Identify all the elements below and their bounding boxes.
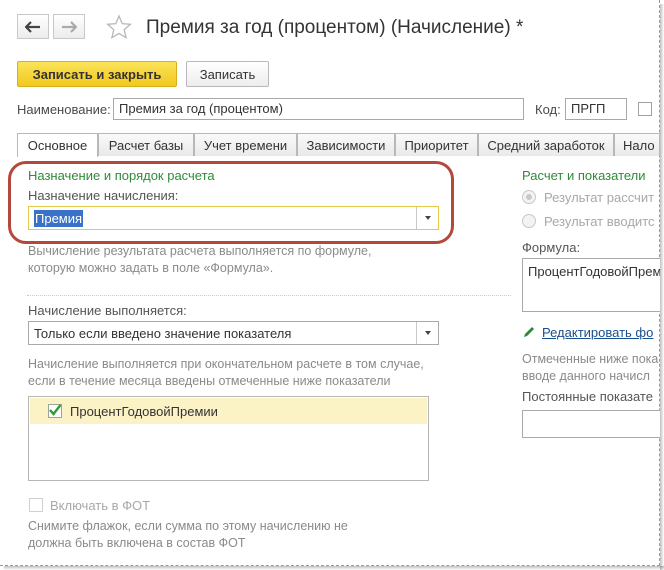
indicator-label: ПроцентГодовойПремии — [70, 404, 218, 419]
fot-hint-line-1: Снимите флажок, если сумма по этому начи… — [28, 519, 348, 533]
pencil-icon[interactable] — [522, 325, 536, 339]
indicators-list[interactable]: ПроцентГодовойПремии — [28, 396, 429, 481]
chevron-down-icon[interactable] — [416, 207, 438, 229]
predefined-checkbox[interactable] — [638, 102, 652, 116]
tab-average-earnings[interactable]: Средний заработок — [478, 133, 614, 156]
radio-result-calculated-label: Результат рассчит — [544, 190, 655, 205]
window-shadow — [660, 4, 664, 570]
arrow-left-icon — [25, 20, 40, 33]
edit-formula-link[interactable]: Редактировать фо — [542, 325, 653, 340]
tab-base-calculation[interactable]: Расчет базы — [98, 133, 194, 156]
include-fot-checkbox[interactable] — [29, 498, 43, 512]
indicator-checkbox[interactable] — [48, 404, 62, 418]
code-input[interactable]: ПРГП — [565, 98, 627, 120]
radio-result-entered[interactable] — [522, 214, 536, 228]
right-column: Расчет и показатели Результат рассчит Ре… — [510, 160, 660, 566]
constant-indicators-label: Постоянные показате — [522, 389, 653, 404]
purpose-select[interactable]: Премия — [28, 206, 439, 230]
purpose-hint-line-1: Вычисление результата расчета выполняетс… — [28, 244, 372, 258]
divider — [27, 295, 511, 296]
name-label: Наименование: — [17, 102, 111, 117]
save-button[interactable]: Записать — [186, 61, 269, 87]
right-hint-line-2: вводе данного начисл — [522, 369, 650, 383]
chevron-down-icon[interactable] — [416, 322, 438, 344]
forward-button[interactable] — [53, 14, 85, 39]
radio-result-calculated[interactable] — [522, 190, 536, 204]
radio-result-entered-label: Результат вводитс — [544, 214, 655, 229]
accrual-label: Начисление выполняется: — [28, 303, 187, 318]
window-title: Премия за год (процентом) (Начисление) * — [146, 17, 524, 38]
formula-label: Формула: — [522, 240, 581, 255]
name-input[interactable]: Премия за год (процентом) — [113, 98, 524, 120]
arrow-right-icon — [62, 20, 77, 33]
star-icon[interactable] — [106, 14, 132, 40]
purpose-hint-line-2: которую можно задать в поле «Формула». — [28, 261, 274, 275]
fot-hint-line-2: должна быть включена в состав ФОТ — [28, 536, 246, 550]
tab-dependencies[interactable]: Зависимости — [297, 133, 395, 156]
checkmark-icon — [49, 404, 62, 416]
right-hint-line-1: Отмеченные ниже пока — [522, 352, 659, 366]
section-purpose-title: Назначение и порядок расчета — [28, 168, 215, 183]
code-label: Код: — [535, 102, 561, 117]
purpose-value: Премия — [34, 210, 84, 227]
accrual-value: Только если введено значение показателя — [34, 326, 292, 341]
list-item[interactable]: ПроцентГодовойПремии — [30, 398, 427, 424]
accrual-hint-line-2: если в течение месяца введены отмеченные… — [28, 374, 391, 388]
tab-time-accounting[interactable]: Учет времени — [194, 133, 297, 156]
tab-main[interactable]: Основное — [17, 133, 98, 157]
constant-indicators-input[interactable] — [522, 410, 660, 438]
include-fot-label: Включать в ФОТ — [50, 498, 151, 513]
tab-priority[interactable]: Приоритет — [395, 133, 478, 156]
accrual-hint-line-1: Начисление выполняется при окончательном… — [28, 357, 424, 371]
purpose-label: Назначение начисления: — [28, 188, 179, 203]
accrual-select[interactable]: Только если введено значение показателя — [28, 321, 439, 345]
tab-taxes[interactable]: Нало — [614, 133, 660, 156]
back-button[interactable] — [17, 14, 49, 39]
save-close-button[interactable]: Записать и закрыть — [17, 61, 177, 87]
section-calc-title: Расчет и показатели — [522, 168, 646, 183]
formula-input[interactable]: ПроцентГодовойПрем — [522, 258, 660, 312]
window-shadow — [4, 566, 664, 570]
